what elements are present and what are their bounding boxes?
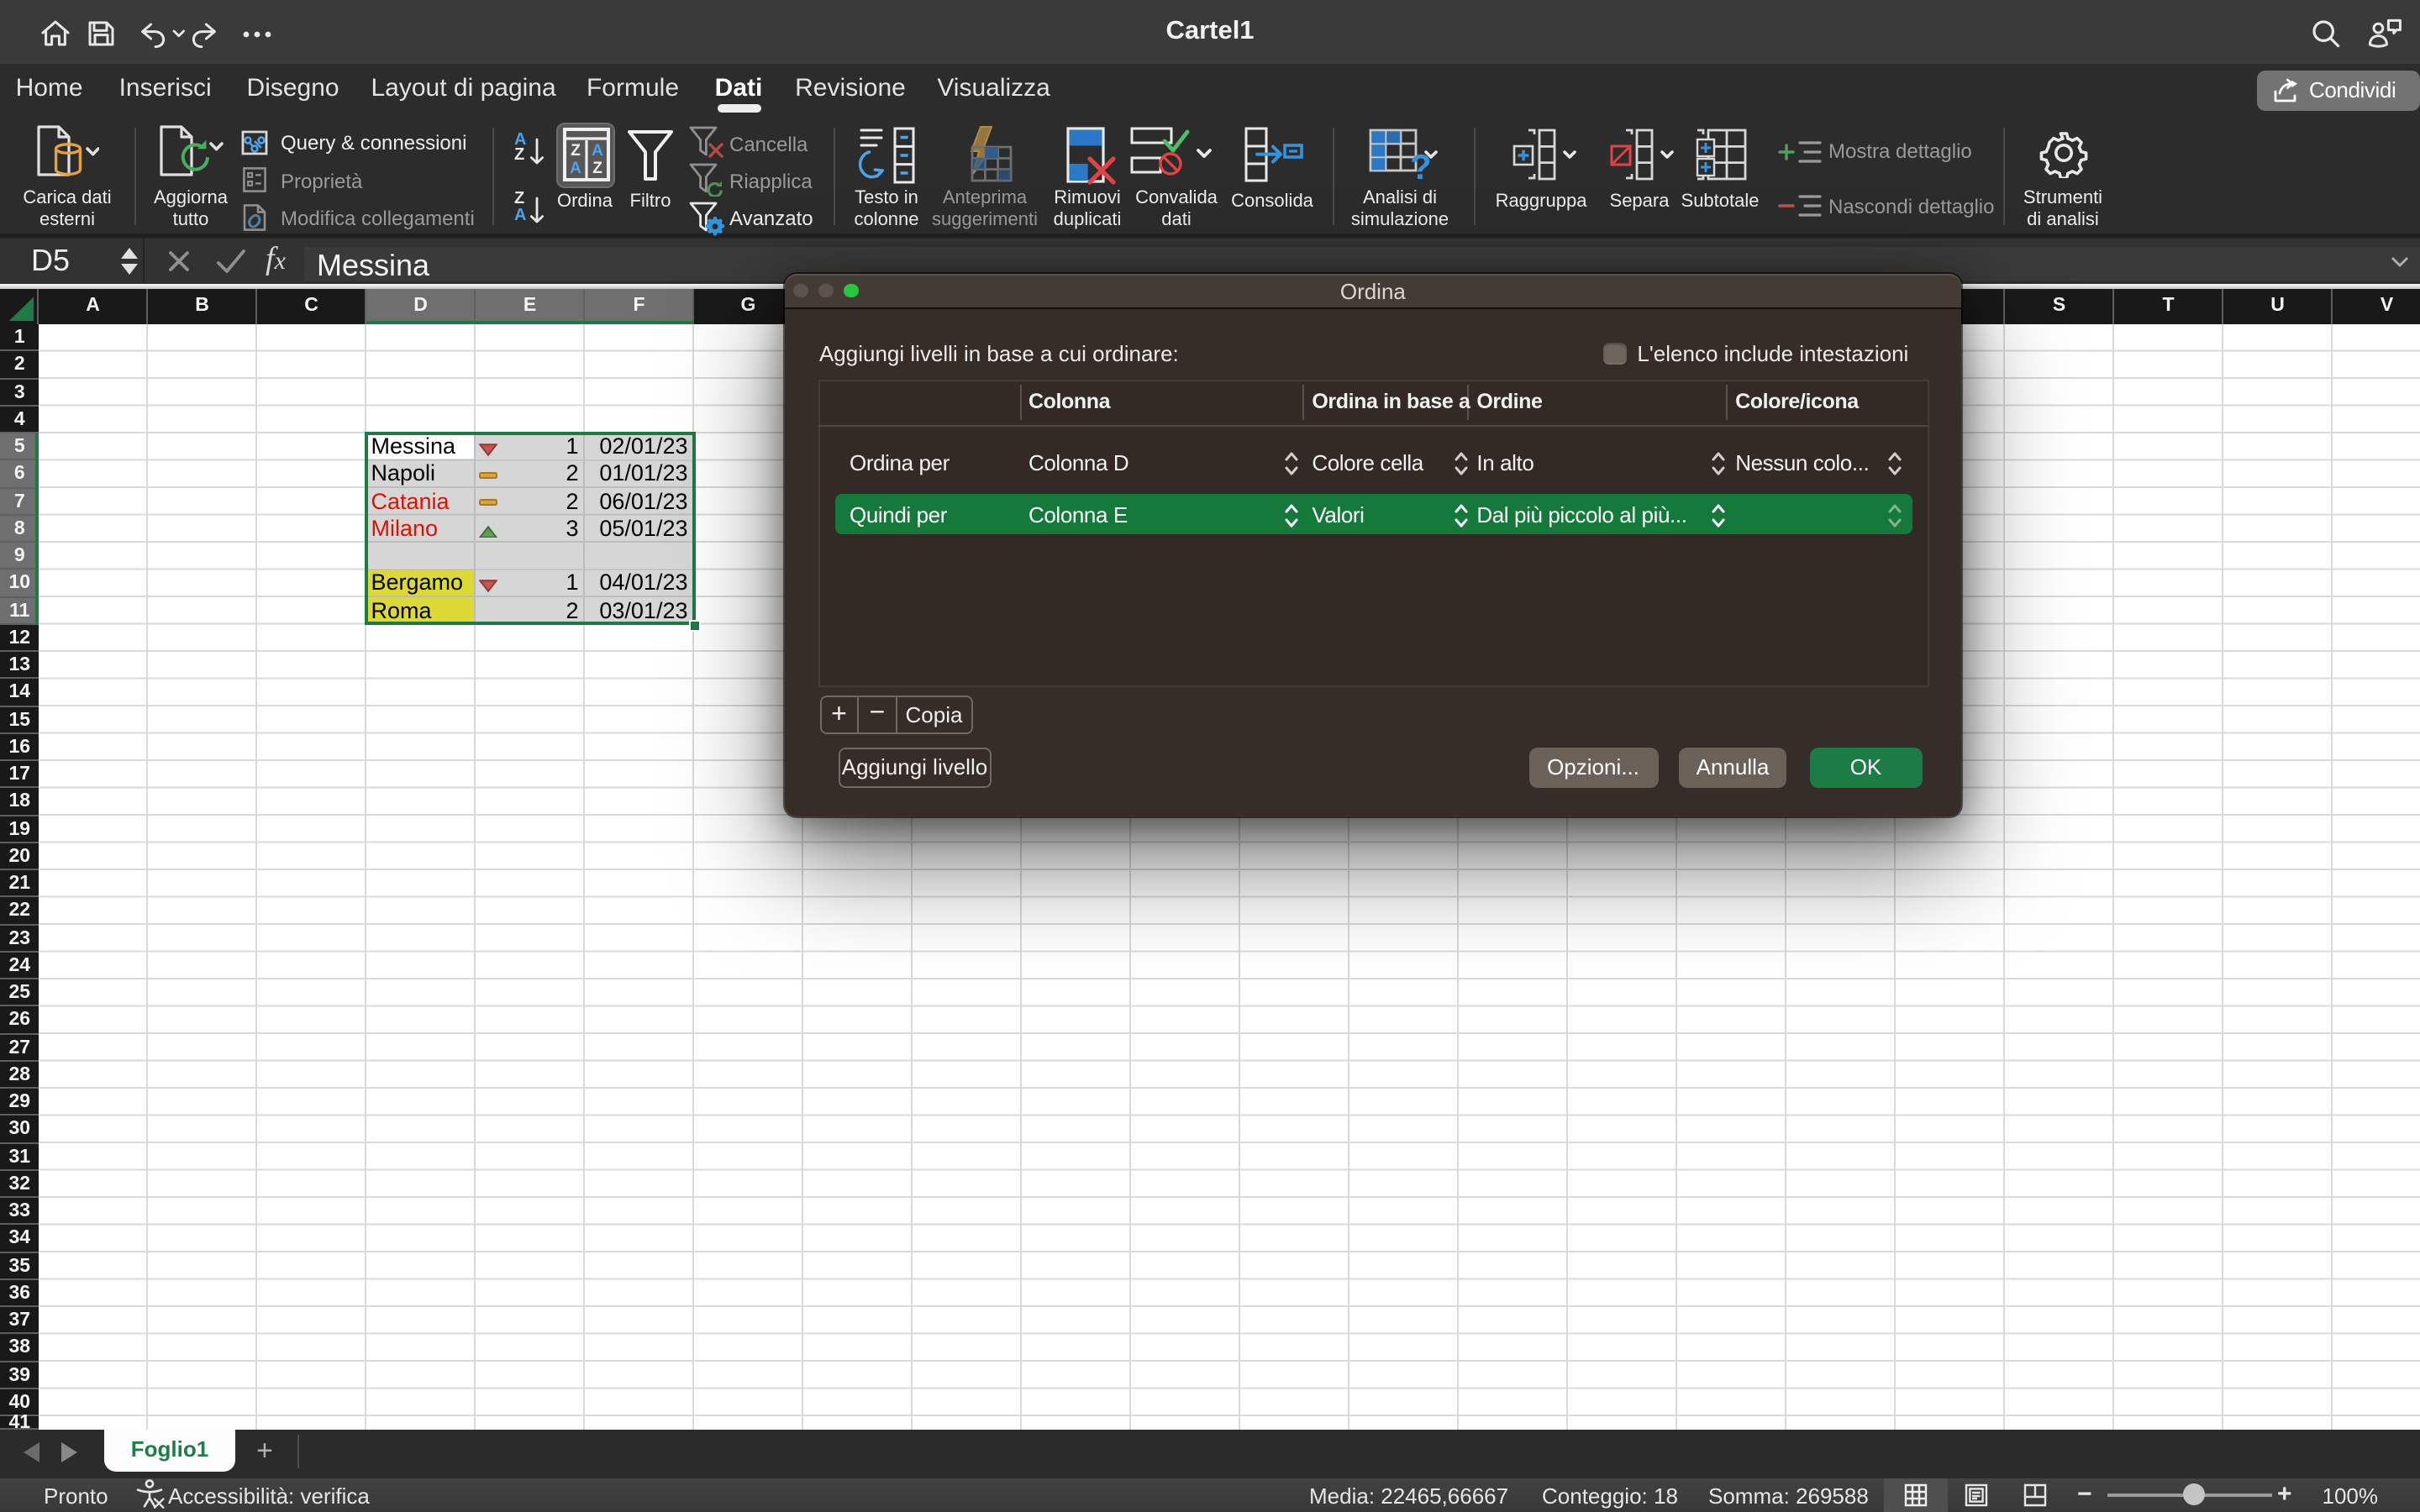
svg-text:A: A xyxy=(569,160,581,177)
svg-text:Z: Z xyxy=(570,142,580,160)
svg-text:A: A xyxy=(591,142,602,160)
svg-text:Z: Z xyxy=(592,160,602,177)
